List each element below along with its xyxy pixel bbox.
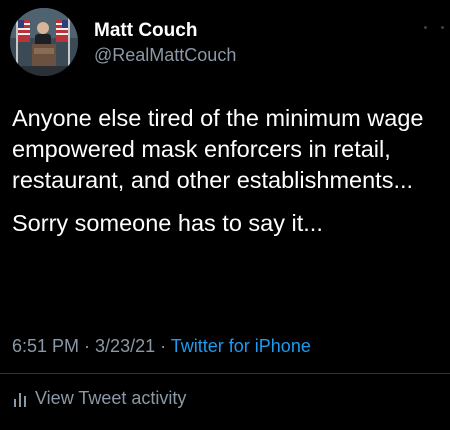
author-avatar[interactable] — [10, 8, 78, 76]
divider — [0, 373, 450, 374]
bar-chart-icon — [14, 393, 26, 407]
tweet-paragraph-1: Anyone else tired of the minimum wage em… — [12, 105, 424, 193]
tweet-text: Anyone else tired of the minimum wage em… — [12, 103, 442, 239]
tweet-meta: 6:51 PM · 3/23/21 · Twitter for iPhone — [12, 336, 311, 357]
tweet-card: Matt Couch @RealMattCouch Anyone else ti… — [0, 0, 450, 430]
view-tweet-activity-button[interactable]: View Tweet activity — [13, 388, 186, 409]
author-name[interactable]: Matt Couch — [94, 20, 197, 42]
tweet-date[interactable]: 3/23/21 — [95, 336, 155, 356]
tweet-time[interactable]: 6:51 PM — [12, 336, 79, 356]
more-dots-icon[interactable] — [424, 22, 444, 32]
dot — [441, 25, 444, 29]
author-handle[interactable]: @RealMattCouch — [94, 45, 236, 66]
meta-separator: · — [79, 336, 96, 356]
meta-separator: · — [155, 336, 171, 356]
tweet-paragraph-2: Sorry someone has to say it... — [12, 210, 323, 236]
tweet-source-link[interactable]: Twitter for iPhone — [171, 336, 311, 356]
dot — [424, 25, 427, 29]
activity-label: View Tweet activity — [35, 388, 187, 408]
avatar-photo-icon — [10, 8, 78, 76]
